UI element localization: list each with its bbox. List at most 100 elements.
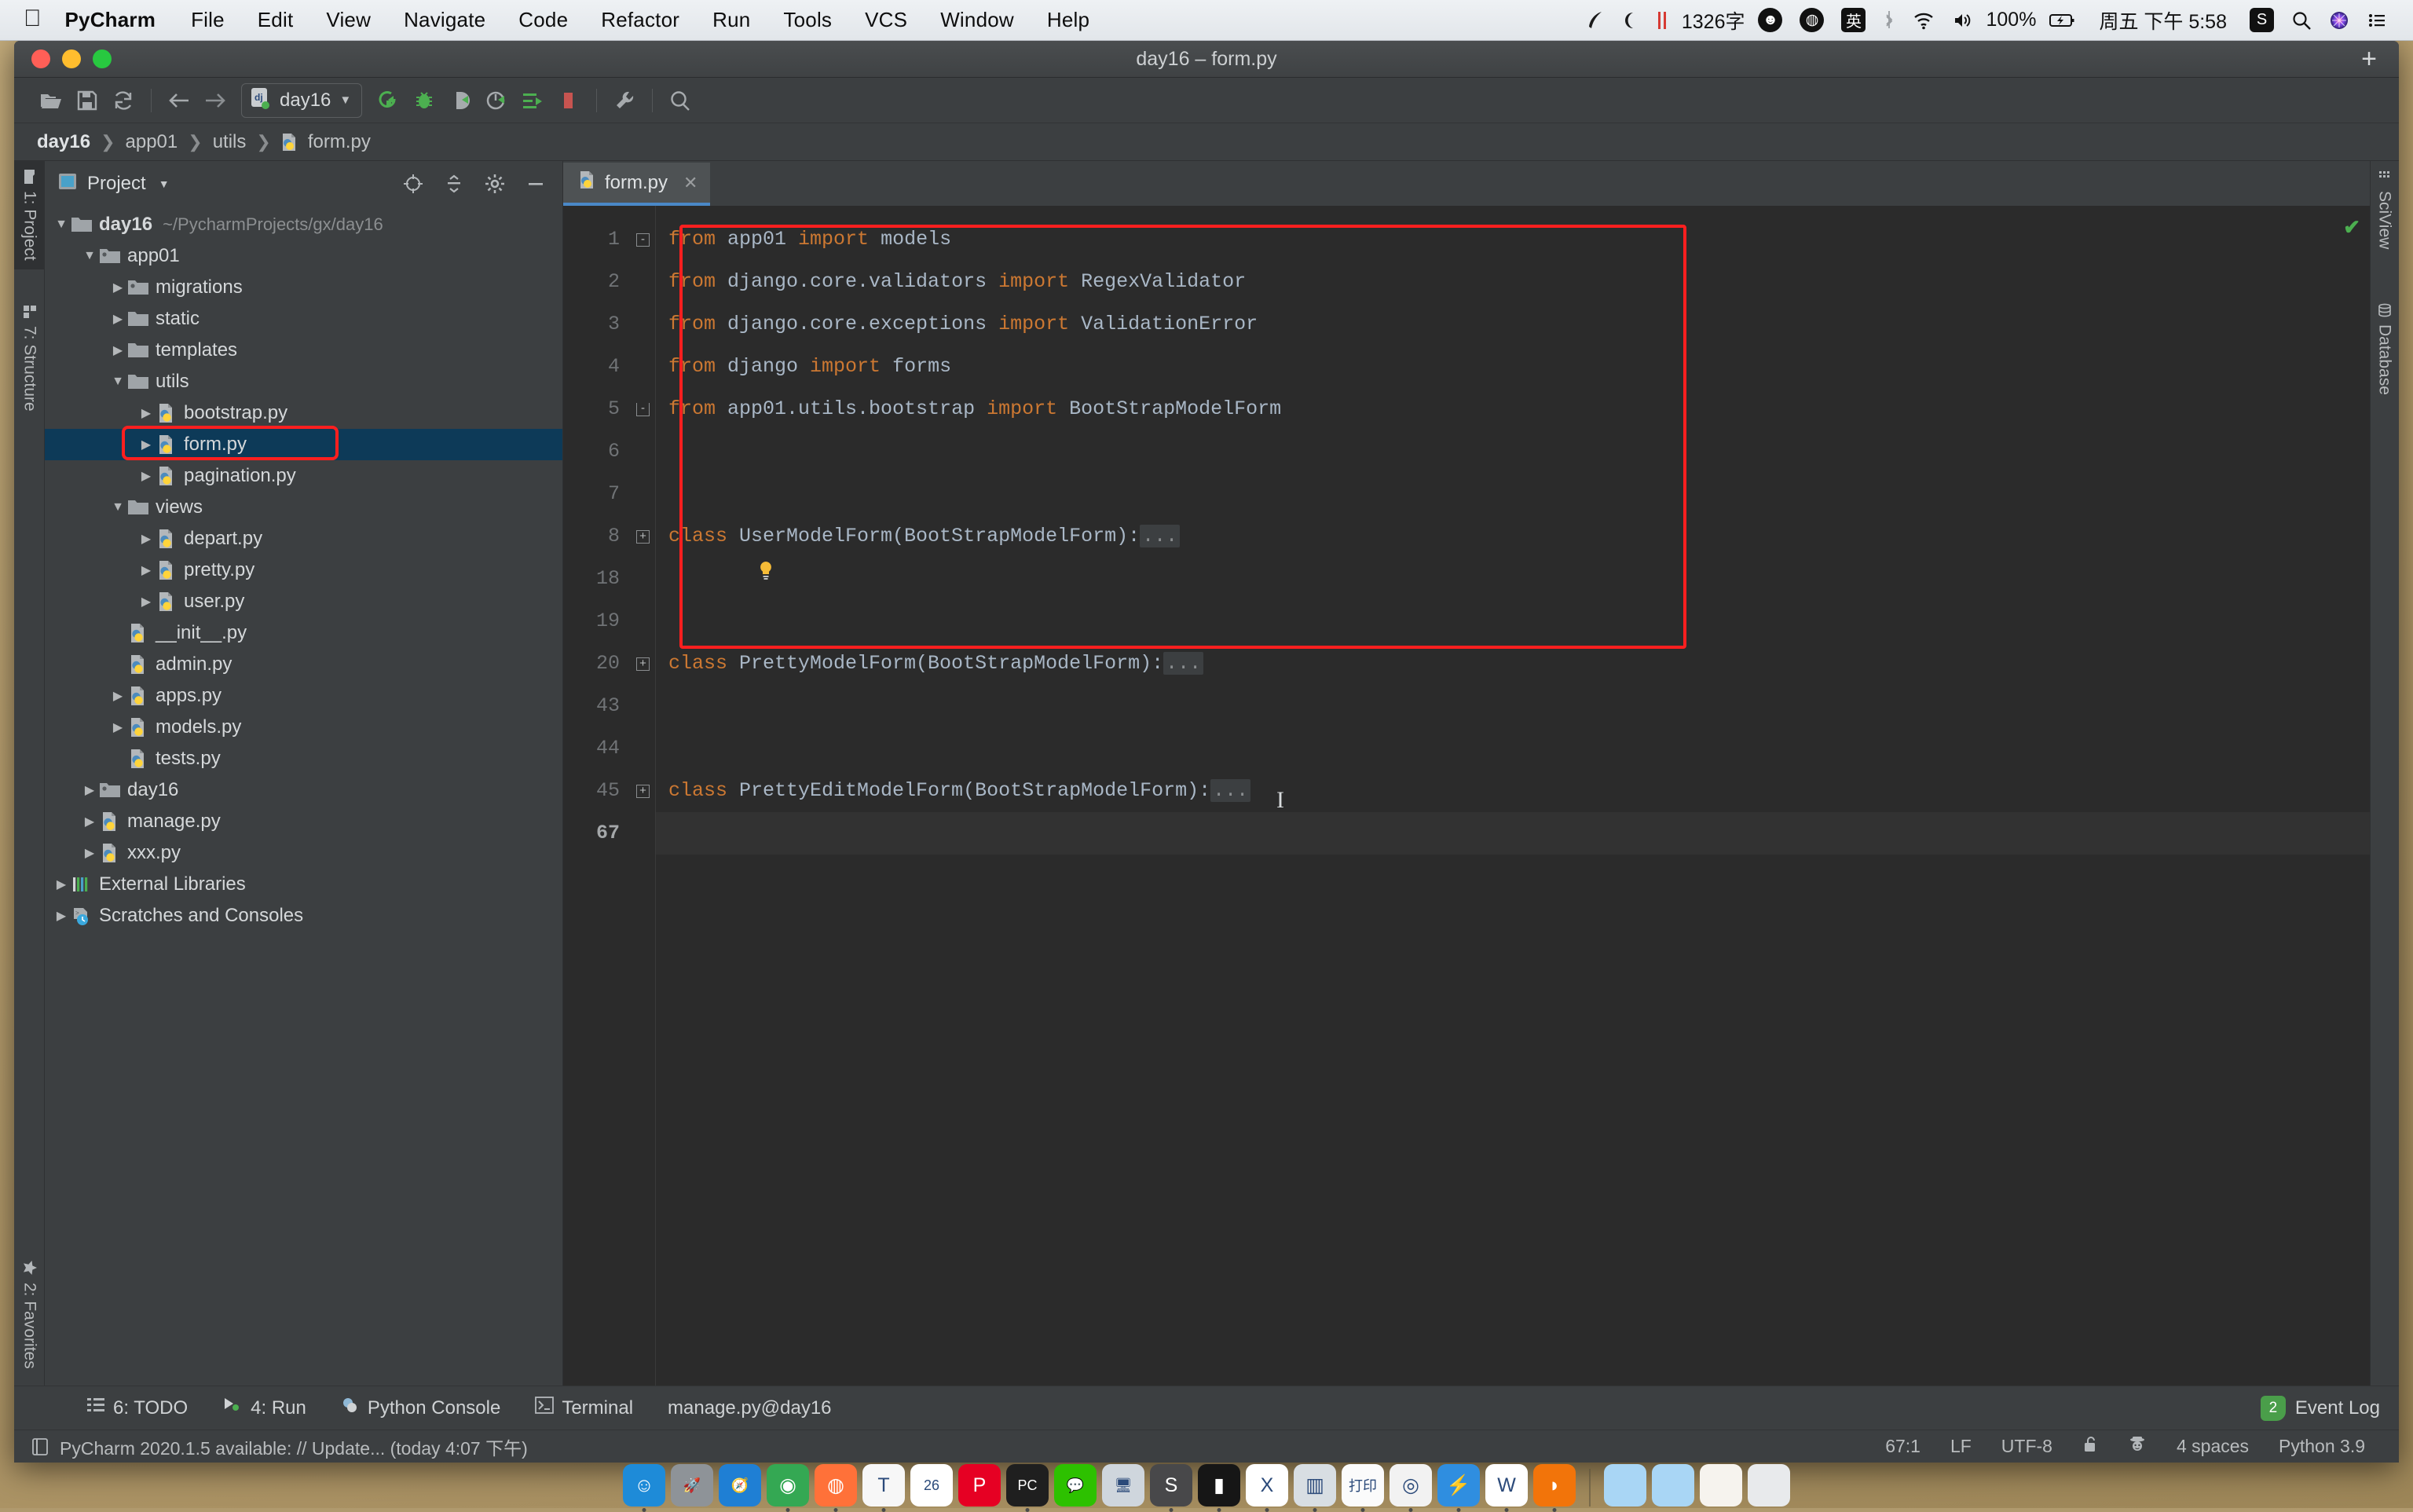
fold-toggle-icon[interactable]: + [631, 770, 655, 812]
tool-button-todo[interactable]: 6: TODO [69, 1397, 205, 1419]
firefox-icon[interactable]: ◍ [815, 1464, 857, 1507]
safari-icon[interactable]: 🧭 [719, 1464, 761, 1507]
sidebar-item-database[interactable]: Database [2370, 295, 2399, 404]
python-interpreter[interactable]: Python 3.9 [2264, 1436, 2380, 1457]
chevron-down-icon[interactable]: ▼ [159, 178, 170, 190]
moon-dnd-icon[interactable] [1613, 0, 1647, 40]
code-line[interactable]: from app01 import models [656, 218, 2370, 261]
chevron-right-icon[interactable]: ▶ [137, 437, 155, 452]
code-line[interactable]: from django.core.exceptions import Valid… [656, 303, 2370, 346]
battery-charging-icon[interactable] [2041, 0, 2085, 40]
chevron-down-icon[interactable]: ▼ [53, 218, 70, 232]
tree-item-external libraries[interactable]: ▶External Libraries [45, 869, 562, 900]
excel-icon[interactable]: X [1246, 1464, 1288, 1507]
tree-item-depart-py[interactable]: ▶depart.py [45, 523, 562, 555]
tree-item-pretty-py[interactable]: ▶pretty.py [45, 555, 562, 586]
tree-item-utils[interactable]: ▼utils [45, 366, 562, 397]
smiley-face-icon[interactable]: ☻ [1749, 0, 1791, 40]
save-all-icon[interactable] [69, 82, 105, 119]
datetime-label[interactable]: 周五 下午 5:58 [2085, 6, 2241, 35]
tool-button-managepy[interactable]: manage.py@day16 [650, 1397, 849, 1419]
code-line[interactable] [656, 727, 2370, 770]
feather-status-icon[interactable] [1578, 0, 1613, 40]
launchpad-icon[interactable]: 🚀 [671, 1464, 713, 1507]
tree-item-manage-py[interactable]: ▶manage.py [45, 806, 562, 837]
close-icon[interactable]: ✕ [683, 173, 698, 193]
menu-item-navigate[interactable]: Navigate [387, 8, 502, 32]
search-everywhere-icon[interactable] [662, 82, 698, 119]
pause-bars-icon[interactable] [1647, 0, 1677, 40]
code-line[interactable]: class PrettyEditModelForm(BootStrapModel… [656, 770, 2370, 812]
plus-icon[interactable]: + [2361, 46, 2377, 72]
remote-desktop-icon[interactable]: 🖥 [1102, 1464, 1144, 1507]
code-line[interactable]: from django.core.validators import Regex… [656, 261, 2370, 303]
menu-item-vcs[interactable]: VCS [848, 8, 924, 32]
chevron-right-icon[interactable]: ▶ [137, 531, 155, 547]
status-message[interactable]: PyCharm 2020.1.5 available: // Update...… [60, 1433, 528, 1460]
stop-icon[interactable] [551, 82, 587, 119]
file-encoding[interactable]: UTF-8 [1986, 1436, 2067, 1457]
inspection-ok-icon[interactable]: ✔ [2343, 215, 2360, 240]
line-separator[interactable]: LF [1935, 1436, 1986, 1457]
chevron-right-icon[interactable]: ▶ [53, 908, 70, 924]
microphone-icon[interactable]: ◍ [1791, 0, 1833, 40]
wifi-icon[interactable] [1904, 0, 1943, 40]
close-window-button[interactable] [31, 49, 50, 68]
chevron-right-icon[interactable]: ▶ [109, 311, 126, 327]
project-tree[interactable]: ▼day16~/PycharmProjects/gx/day16▼app01▶m… [45, 206, 562, 1386]
word-icon[interactable]: W [1485, 1464, 1528, 1507]
breadcrumb-item-utils[interactable]: utils [209, 131, 251, 153]
code-line[interactable] [656, 600, 2370, 643]
calendar-icon[interactable]: 26 [910, 1464, 953, 1507]
forward-arrow-icon[interactable] [197, 82, 233, 119]
sublime-icon[interactable]: S [1150, 1464, 1192, 1507]
tree-item-day16[interactable]: ▼day16~/PycharmProjects/gx/day16 [45, 209, 562, 240]
collapse-all-icon[interactable] [438, 168, 470, 200]
code-editor[interactable]: 1234567818192043444567 --+++ I from app0… [563, 206, 2370, 1386]
chevron-down-icon[interactable]: ▼ [81, 249, 98, 263]
settings-wrench-icon[interactable] [606, 82, 643, 119]
tab-form-py[interactable]: form.py ✕ [563, 163, 710, 206]
maximize-window-button[interactable] [93, 49, 112, 68]
chevron-right-icon[interactable]: ▶ [109, 280, 126, 295]
downloads-icon[interactable] [1652, 1464, 1694, 1507]
document-icon[interactable] [1700, 1464, 1742, 1507]
tree-item-scratches and consoles[interactable]: ▶>Scratches and Consoles [45, 900, 562, 932]
volume-icon[interactable] [1943, 0, 1981, 40]
event-log-area[interactable]: 2 Event Log [2261, 1396, 2399, 1421]
menu-item-run[interactable]: Run [696, 8, 767, 32]
photos-icon[interactable]: ◎ [1390, 1464, 1432, 1507]
code-line[interactable] [656, 473, 2370, 515]
char-count-label[interactable]: 1326字 [1677, 6, 1750, 35]
back-arrow-icon[interactable] [161, 82, 197, 119]
fold-toggle-icon[interactable]: - [631, 388, 655, 430]
pycharm-icon[interactable]: PC [1006, 1464, 1049, 1507]
chevron-right-icon[interactable]: ▶ [137, 562, 155, 578]
breadcrumb-item-formpy[interactable]: form.py [304, 131, 375, 153]
code-line[interactable]: class PrettyModelForm(BootStrapModelForm… [656, 643, 2370, 685]
code-line[interactable]: from app01.utils.bootstrap import BootSt… [656, 388, 2370, 430]
chevron-down-icon[interactable]: ▼ [109, 500, 126, 514]
sidebar-item-favorites[interactable]: 2: Favorites [14, 1251, 45, 1378]
tree-item-models-py[interactable]: ▶models.py [45, 712, 562, 743]
code-folding-column[interactable]: --+++ [631, 206, 656, 1386]
input-method-icon[interactable]: 英 [1833, 0, 1874, 40]
menu-item-view[interactable]: View [309, 8, 387, 32]
run-icon[interactable] [370, 82, 406, 119]
chevron-right-icon[interactable]: ▶ [53, 877, 70, 892]
menu-item-help[interactable]: Help [1031, 8, 1106, 32]
chevron-right-icon[interactable]: ▶ [137, 405, 155, 421]
chevron-right-icon[interactable]: ▶ [81, 814, 98, 829]
hector-the-inspector-icon[interactable] [2113, 1435, 2162, 1459]
tree-item-bootstrap-py[interactable]: ▶bootstrap.py [45, 397, 562, 429]
fold-toggle-icon[interactable]: + [631, 515, 655, 558]
profile-icon[interactable] [478, 82, 514, 119]
menu-item-file[interactable]: File [174, 8, 241, 32]
tree-item-xxx-py[interactable]: ▶xxx.py [45, 837, 562, 869]
code-line[interactable] [656, 685, 2370, 727]
minimize-window-button[interactable] [62, 49, 81, 68]
tree-item-static[interactable]: ▶static [45, 303, 562, 335]
pinterest-icon[interactable]: P [958, 1464, 1001, 1507]
open-folder-icon[interactable] [33, 82, 69, 119]
chevron-right-icon[interactable]: ▶ [109, 719, 126, 735]
